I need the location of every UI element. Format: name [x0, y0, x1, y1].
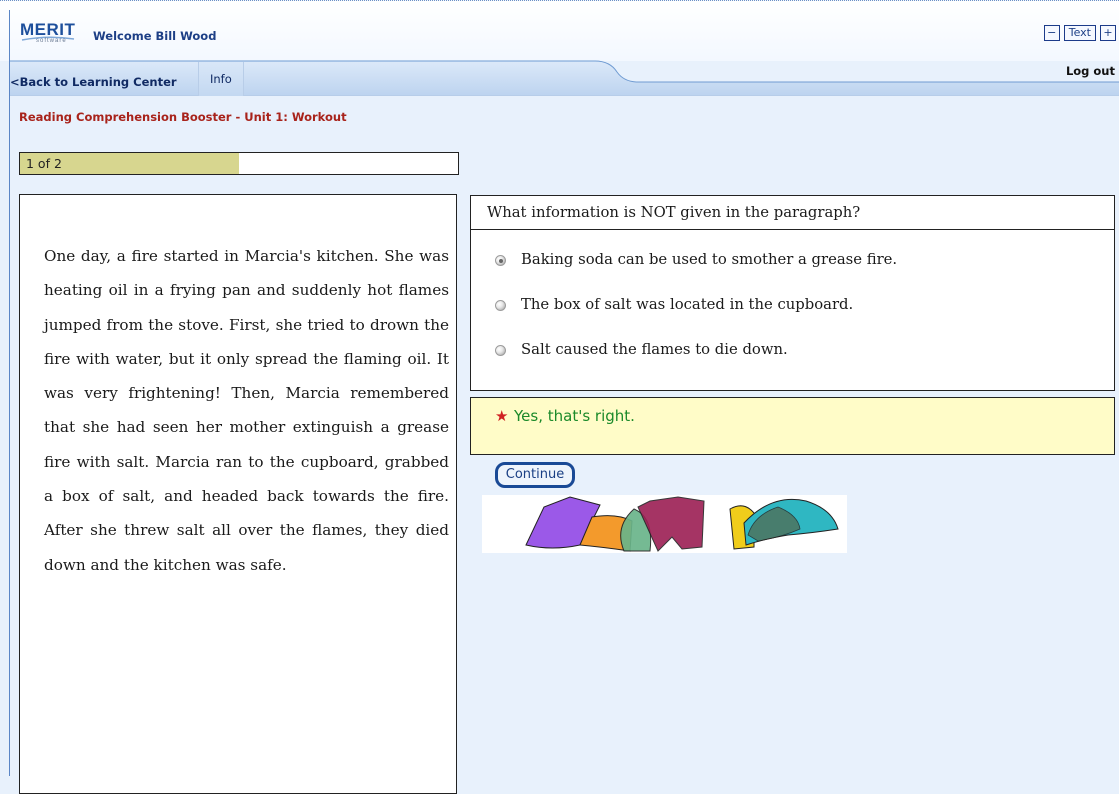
reading-passage-text: One day, a fire started in Marcia's kitc… [44, 247, 449, 574]
answer-option-label: Baking soda can be used to smother a gre… [521, 251, 898, 268]
text-size-controls: − Text + [1043, 25, 1116, 41]
decrease-text-button[interactable]: − [1043, 25, 1060, 41]
progress-bar: 1 of 2 [19, 152, 459, 175]
progress-label: 1 of 2 [26, 156, 62, 171]
decorative-shapes-image [482, 495, 847, 553]
answer-option-label: The box of salt was located in the cupbo… [521, 296, 854, 313]
answer-radio[interactable] [495, 300, 506, 311]
feedback-panel: ★ Yes, that's right. [470, 397, 1115, 455]
question-header: What information is NOT given in the par… [471, 196, 1114, 230]
reading-passage-panel: One day, a fire started in Marcia's kitc… [19, 194, 457, 794]
increase-text-button[interactable]: + [1100, 25, 1116, 41]
answer-radio[interactable] [495, 255, 506, 266]
unit-title: Reading Comprehension Booster - Unit 1: … [19, 110, 347, 124]
merit-logo: MERIT software [20, 20, 80, 52]
page-left-border [9, 10, 10, 776]
question-prompt: What information is NOT given in the par… [487, 204, 861, 221]
answer-option-label: Salt caused the flames to die down. [521, 341, 788, 358]
star-icon: ★ [495, 407, 509, 425]
answer-radio[interactable] [495, 345, 506, 356]
logo-subtext: software [36, 38, 67, 44]
welcome-message: Welcome Bill Wood [93, 29, 217, 43]
back-to-learning-center-link[interactable]: <Back to Learning Center [10, 75, 177, 89]
logout-link[interactable]: Log out [1066, 64, 1115, 78]
info-tab[interactable]: Info [198, 62, 244, 96]
info-tab-label: Info [210, 72, 232, 86]
feedback-message: Yes, that's right. [514, 407, 635, 425]
text-size-label[interactable]: Text [1063, 25, 1096, 41]
continue-button[interactable]: Continue [495, 462, 575, 488]
question-panel: What information is NOT given in the par… [470, 195, 1115, 391]
